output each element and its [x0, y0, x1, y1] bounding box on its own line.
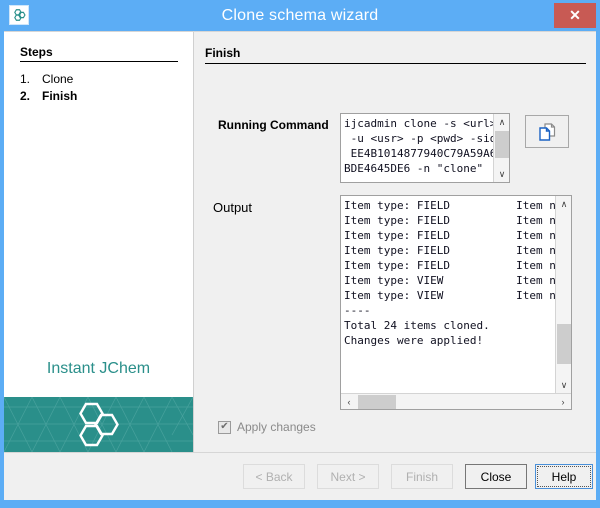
back-button[interactable]: < Back	[243, 464, 305, 489]
brand-panel	[4, 397, 193, 452]
scroll-left-icon[interactable]: ‹	[341, 394, 357, 410]
title-bar: Clone schema wizard ✕	[0, 0, 600, 31]
copy-pages-icon	[537, 122, 557, 142]
step-label: Clone	[42, 71, 73, 88]
brand-name: Instant JChem	[4, 360, 193, 378]
wizard-window: Clone schema wizard ✕ Steps 1. Clone 2. …	[0, 0, 600, 508]
close-window-button[interactable]: ✕	[554, 3, 596, 28]
step-label: Finish	[42, 88, 77, 105]
output-textbox[interactable]: Item type: FIELD Item name Item type: FI…	[340, 195, 572, 410]
output-hscrollbar[interactable]: ‹ ›	[341, 393, 571, 409]
running-command-value: ijcadmin clone -s <url> -u <usr> -p <pwd…	[344, 116, 488, 176]
apply-changes-label: Apply changes	[237, 420, 316, 434]
window-title: Clone schema wizard	[0, 0, 600, 31]
output-value: Item type: FIELD Item name Item type: FI…	[344, 198, 572, 348]
step-item-finish: 2. Finish	[20, 88, 180, 105]
copy-command-button[interactable]	[525, 115, 569, 148]
footer-button-bar: < Back Next > Finish Close Help	[4, 452, 596, 500]
output-vscrollbar[interactable]: ∧ ∨	[555, 196, 571, 393]
scrollbar-thumb[interactable]	[358, 395, 396, 409]
help-button[interactable]: Help	[535, 464, 593, 489]
dialog-body: Steps 1. Clone 2. Finish Instant JChem	[4, 31, 596, 452]
step-number: 2.	[20, 88, 42, 105]
scroll-down-icon[interactable]: ∨	[556, 377, 572, 393]
apply-changes-row[interactable]: ✔ Apply changes	[218, 420, 316, 434]
content-panel: Finish Running Command ijcadmin clone -s…	[195, 32, 596, 452]
scrollbar-thumb[interactable]	[557, 324, 571, 364]
apply-changes-checkbox[interactable]: ✔	[218, 421, 231, 434]
scroll-up-icon[interactable]: ∧	[556, 196, 572, 212]
step-item-clone: 1. Clone	[20, 71, 180, 88]
scroll-down-icon[interactable]: ∨	[494, 166, 510, 182]
step-number: 1.	[20, 71, 42, 88]
next-button[interactable]: Next >	[317, 464, 379, 489]
close-button[interactable]: Close	[465, 464, 527, 489]
finish-button[interactable]: Finish	[391, 464, 453, 489]
running-command-label: Running Command	[218, 118, 329, 132]
steps-panel: Steps 1. Clone 2. Finish Instant JChem	[4, 32, 194, 452]
output-label: Output	[213, 200, 252, 215]
scroll-up-icon[interactable]: ∧	[494, 114, 510, 130]
jchem-hexagons-logo	[72, 402, 126, 448]
page-title: Finish	[205, 46, 586, 64]
steps-heading: Steps	[20, 45, 178, 62]
scrollbar-thumb[interactable]	[495, 131, 509, 158]
running-command-textbox[interactable]: ijcadmin clone -s <url> -u <usr> -p <pwd…	[340, 113, 510, 183]
running-command-vscrollbar[interactable]: ∧ ∨	[493, 114, 509, 182]
scroll-right-icon[interactable]: ›	[555, 394, 571, 410]
steps-list: 1. Clone 2. Finish	[20, 71, 180, 105]
